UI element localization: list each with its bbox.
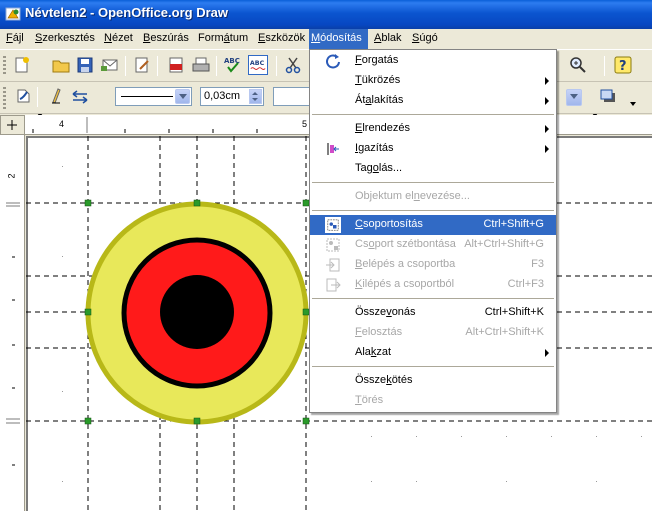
group-icon	[325, 217, 341, 233]
title-bar: Névtelen2 - OpenOffice.org Draw	[0, 0, 652, 29]
toolbar-separator	[604, 56, 605, 76]
submenu-arrow-icon	[545, 145, 549, 153]
menu-item-combine[interactable]: Összevonás Ctrl+Shift+K	[310, 303, 556, 323]
submenu-arrow-icon	[545, 77, 549, 85]
arrow-style-icon[interactable]	[70, 86, 90, 106]
ruler-label: 4	[59, 119, 65, 129]
line-style-select[interactable]	[115, 87, 192, 106]
menu-modify[interactable]: Módosítás	[309, 29, 368, 49]
center-black-circle[interactable]	[160, 275, 234, 349]
ruler-label: 2	[6, 173, 17, 179]
toolbar-separator	[37, 87, 38, 107]
menu-file[interactable]: Fájl	[4, 29, 26, 49]
edit-file-icon[interactable]	[132, 55, 152, 75]
autospellcheck-icon[interactable]: ABC	[248, 55, 268, 75]
selection-handle[interactable]	[193, 199, 201, 207]
menu-separator	[312, 298, 554, 299]
rotate-icon	[326, 54, 340, 69]
ruler-corner[interactable]	[0, 115, 25, 135]
menu-separator	[312, 182, 554, 183]
line-icon[interactable]	[46, 86, 66, 106]
tab-stop-icon	[7, 120, 17, 130]
line-style-dropdown-button[interactable]	[175, 89, 190, 104]
ruler-ticks	[6, 202, 20, 466]
menu-insert[interactable]: Beszúrás	[141, 29, 191, 49]
menu-item-exit-group[interactable]: Kilépés a csoportból Ctrl+F3	[310, 275, 556, 295]
toolbar2-overflow-icon[interactable]	[630, 102, 636, 106]
selection-handle[interactable]	[84, 308, 92, 316]
email-icon[interactable]	[100, 55, 120, 75]
align-icon	[327, 143, 339, 155]
exit-group-icon	[326, 278, 341, 292]
menu-item-distribution[interactable]: Tagolás...	[310, 159, 556, 179]
line-color-select[interactable]	[273, 87, 311, 106]
menu-item-shapes[interactable]: Alakzat	[310, 343, 556, 363]
menu-edit[interactable]: Szerkesztés	[33, 29, 97, 49]
ungroup-icon	[326, 238, 340, 252]
print-icon[interactable]	[191, 55, 211, 75]
line-width-value: 0,03cm	[204, 90, 241, 102]
export-pdf-icon[interactable]	[166, 55, 186, 75]
selection-handle[interactable]	[193, 417, 201, 425]
menu-tools[interactable]: Eszközök	[256, 29, 307, 49]
line-width-field[interactable]: 0,03cm	[200, 87, 264, 106]
submenu-arrow-icon	[545, 97, 549, 105]
help-icon[interactable]: ?	[613, 55, 633, 75]
menu-item-convert[interactable]: Átalakítás	[310, 91, 556, 111]
draw-app-icon	[5, 7, 21, 21]
submenu-arrow-icon	[545, 125, 549, 133]
ruler-label: 5	[302, 119, 308, 129]
menu-item-arrange[interactable]: Elrendezés	[310, 119, 556, 139]
save-icon[interactable]	[75, 55, 95, 75]
spellcheck-icon[interactable]: ABC	[223, 55, 243, 75]
menu-item-connect[interactable]: Összekötés	[310, 371, 556, 391]
zoom-icon[interactable]	[568, 55, 588, 75]
selection-handle[interactable]	[84, 417, 92, 425]
window-title: Névtelen2 - OpenOffice.org Draw	[25, 5, 228, 20]
open-folder-icon[interactable]	[51, 55, 71, 75]
menu-separator	[312, 210, 554, 211]
area-fill-dropdown-button[interactable]	[566, 89, 582, 106]
toolbar-separator	[125, 56, 126, 76]
menu-separator	[312, 366, 554, 367]
styles-icon[interactable]	[14, 86, 34, 106]
line-width-spinner[interactable]	[249, 89, 262, 104]
line-style-preview	[121, 96, 173, 97]
toolbar-grip[interactable]	[3, 87, 6, 109]
toolbar-grip[interactable]	[3, 56, 6, 76]
modify-menu: Forgatás Tükrözés Átalakítás Elrendezés …	[309, 49, 557, 413]
menu-window[interactable]: Ablak	[372, 29, 404, 49]
toolbar-separator	[157, 56, 158, 76]
enter-group-icon	[326, 258, 340, 272]
menu-bar: Fájl Szerkesztés Nézet Beszúrás Formátum…	[0, 29, 652, 49]
menu-format[interactable]: Formátum	[196, 29, 250, 49]
menu-help[interactable]: Súgó	[410, 29, 440, 49]
vertical-ruler[interactable]: 2	[0, 135, 25, 511]
target-shape[interactable]	[85, 201, 309, 425]
menu-item-name-object[interactable]: Objektum elnevezése...	[310, 187, 556, 207]
svg-text:ABC: ABC	[250, 60, 265, 67]
menu-item-ungroup[interactable]: Csoport szétbontása Alt+Ctrl+Shift+G	[310, 235, 556, 255]
toolbar-separator	[216, 56, 217, 76]
toolbar-separator	[276, 56, 277, 76]
menu-separator	[312, 114, 554, 115]
new-document-icon[interactable]	[12, 55, 32, 75]
selection-handle[interactable]	[302, 417, 310, 425]
menu-view[interactable]: Nézet	[102, 29, 135, 49]
menu-item-enter-group[interactable]: Belépés a csoportba F3	[310, 255, 556, 275]
menu-item-align[interactable]: Igazítás	[310, 139, 556, 159]
menu-item-group[interactable]: Csoportosítás Ctrl+Shift+G	[310, 215, 556, 235]
submenu-arrow-icon	[545, 349, 549, 357]
menu-item-break[interactable]: Törés	[310, 391, 556, 411]
svg-text:?: ?	[619, 59, 627, 74]
shadow-icon[interactable]	[598, 87, 618, 107]
cut-icon[interactable]	[283, 55, 303, 75]
selection-handle[interactable]	[84, 199, 92, 207]
menu-item-split[interactable]: Felosztás Alt+Ctrl+Shift+K	[310, 323, 556, 343]
menu-item-rotate[interactable]: Forgatás	[310, 51, 556, 71]
menu-item-flip[interactable]: Tükrözés	[310, 71, 556, 91]
